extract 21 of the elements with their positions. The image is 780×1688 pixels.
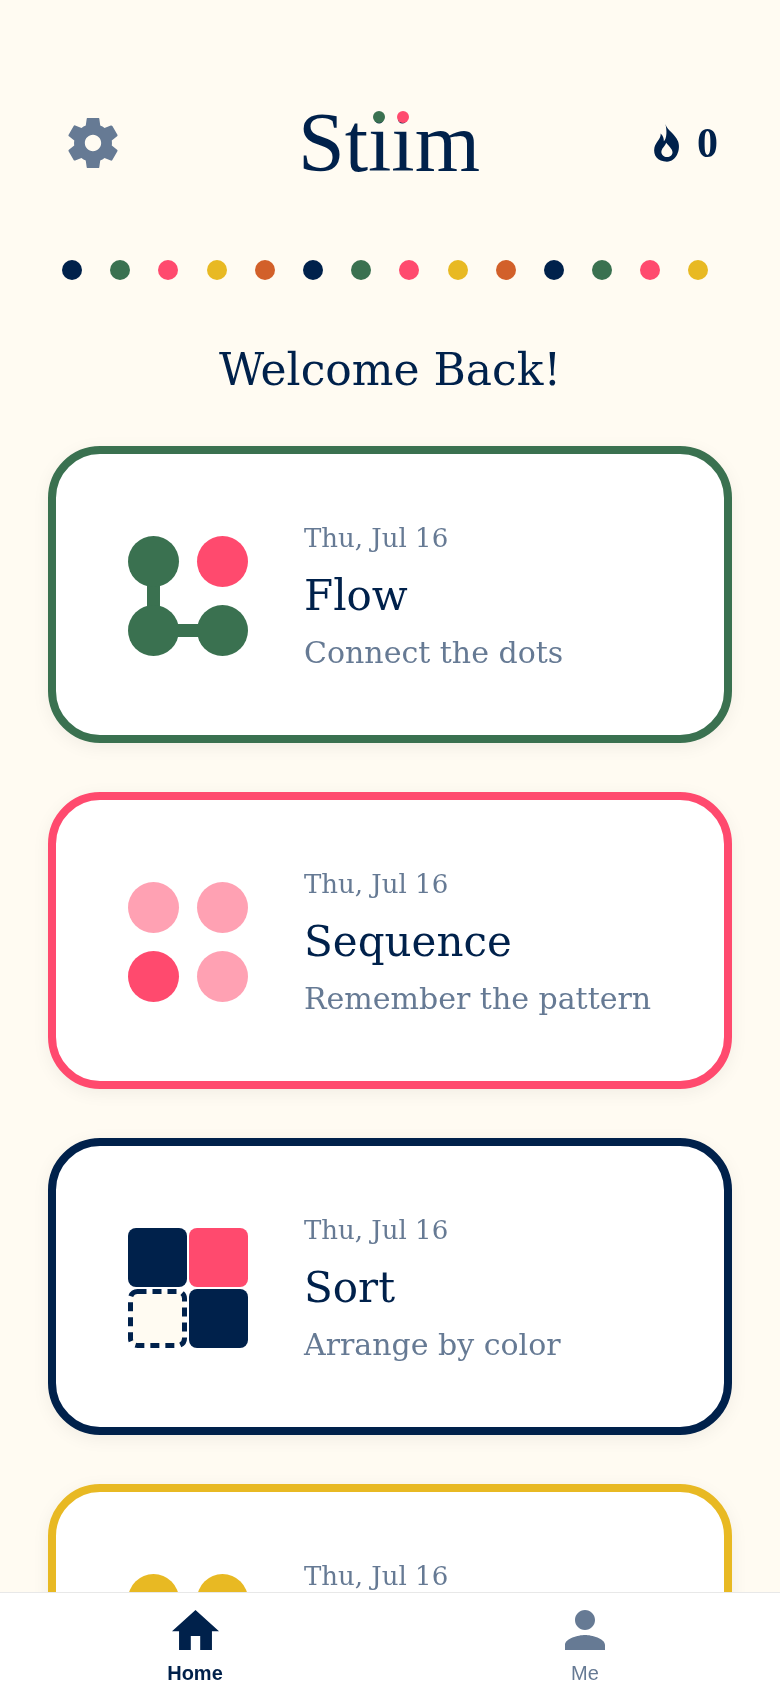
- card-subtitle: Connect the dots: [304, 633, 564, 672]
- settings-icon[interactable]: [68, 118, 118, 168]
- tile-grid-icon: [128, 1228, 248, 1348]
- game-card[interactable]: Thu, Jul 16 Sequence Remember the pattern: [48, 792, 732, 1089]
- nav-tab[interactable]: Me: [390, 1593, 780, 1688]
- card-title: Sequence: [304, 915, 512, 968]
- card-subtitle: Arrange by color: [304, 1325, 561, 1364]
- card-title: Sort: [304, 1261, 395, 1314]
- nav-tab[interactable]: Home: [0, 1593, 390, 1688]
- home-icon: [171, 1610, 219, 1650]
- card-title: Flow: [304, 569, 408, 622]
- greeting-heading: Welcome Back!: [218, 344, 562, 396]
- connected-dots-icon: [128, 536, 248, 656]
- streak-count: 0: [697, 119, 718, 167]
- app-logo: Stiim: [297, 101, 481, 185]
- game-card[interactable]: Thu, Jul 16 Flow Connect the dots: [48, 446, 732, 743]
- card-subtitle: Remember the pattern: [304, 979, 652, 1018]
- game-card[interactable]: Thu, Jul 16: [48, 1484, 732, 1592]
- dot-grid-icon: [128, 882, 248, 1002]
- person-icon: [565, 1610, 605, 1650]
- game-card[interactable]: Thu, Jul 16 Sort Arrange by color: [48, 1138, 732, 1435]
